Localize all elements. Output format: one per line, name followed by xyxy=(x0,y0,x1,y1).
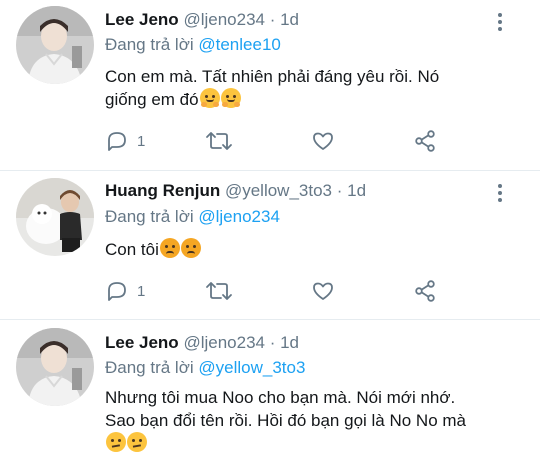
tweet-text-fragment: giống em đó xyxy=(105,90,199,109)
reply-button[interactable]: 1 xyxy=(105,278,145,304)
tweet-text: Nhưng tôi mua Noo cho bạn mà. Nói mới nh… xyxy=(105,386,535,455)
timestamp[interactable]: · 1d xyxy=(270,10,299,29)
tweet-text-line xyxy=(105,432,535,455)
like-button[interactable] xyxy=(311,278,335,304)
user-handle[interactable]: @ljeno234 xyxy=(183,10,265,29)
tweet-header: Lee Jeno @ljeno234 · 1d xyxy=(105,332,299,354)
display-name[interactable]: Lee Jeno xyxy=(105,10,179,29)
replying-prefix: Đang trả lời xyxy=(105,207,194,226)
heart-icon xyxy=(313,132,333,150)
replying-to: Đang trả lời @yellow_3to3 xyxy=(105,357,305,379)
replying-prefix: Đang trả lời xyxy=(105,358,194,377)
tweet-text-line: Sao bạn đổi tên rồi. Hồi đó bạn gọi là N… xyxy=(105,411,467,430)
tweet[interactable]: Lee Jeno @ljeno234 · 1d Đang trả lời @ye… xyxy=(0,320,540,460)
reply-icon xyxy=(108,132,126,151)
replying-prefix: Đang trả lời xyxy=(105,35,194,54)
retweet-icon xyxy=(206,132,232,150)
tweet[interactable]: Huang Renjun @yellow_3to3 · 1d Đang trả … xyxy=(0,171,540,319)
hugging-face-emoji xyxy=(220,88,241,108)
like-button[interactable] xyxy=(311,128,335,154)
heart-icon xyxy=(313,282,333,300)
user-handle[interactable]: @ljeno234 xyxy=(183,333,265,352)
tweet-text-fragment: Con tôi xyxy=(105,240,159,259)
share-icon xyxy=(415,280,435,302)
tweet-actions: 1 xyxy=(105,278,445,304)
reply-button[interactable]: 1 xyxy=(105,128,145,154)
tweet-text-line: Con em mà. Tất nhiên phải đáng yêu rồi. … xyxy=(105,67,440,86)
hugging-face-emoji xyxy=(199,88,220,108)
reply-count: 1 xyxy=(137,132,146,150)
mention-link[interactable]: @yellow_3to3 xyxy=(198,358,305,377)
retweet-icon xyxy=(206,282,232,300)
avatar[interactable] xyxy=(16,328,94,406)
share-button[interactable] xyxy=(413,278,437,304)
share-icon xyxy=(415,130,435,152)
more-options-icon[interactable] xyxy=(498,13,504,34)
mention-link[interactable]: @ljeno234 xyxy=(198,207,280,226)
replying-to: Đang trả lời @tenlee10 xyxy=(105,34,281,56)
tweet-header: Huang Renjun @yellow_3to3 · 1d xyxy=(105,180,366,202)
tweet-text: Con em mà. Tất nhiên phải đáng yêu rồi. … xyxy=(105,65,525,111)
confused-face-emoji xyxy=(106,432,126,452)
tweet-text-line: giống em đó xyxy=(105,88,525,111)
timestamp[interactable]: · 1d xyxy=(337,181,366,200)
timestamp[interactable]: · 1d xyxy=(270,333,299,352)
display-name[interactable]: Huang Renjun xyxy=(105,181,220,200)
reply-count: 1 xyxy=(137,282,146,300)
tweet-text-line: Con tôi xyxy=(105,238,525,261)
reply-icon xyxy=(108,282,126,301)
replying-to: Đang trả lời @ljeno234 xyxy=(105,206,280,228)
tweet[interactable]: Lee Jeno @ljeno234 · 1d Đang trả lời @te… xyxy=(0,0,540,170)
share-button[interactable] xyxy=(413,128,437,154)
angry-face-emoji xyxy=(180,238,201,258)
tweet-header: Lee Jeno @ljeno234 · 1d xyxy=(105,9,299,31)
avatar[interactable] xyxy=(16,178,94,256)
user-handle[interactable]: @yellow_3to3 xyxy=(225,181,332,200)
avatar[interactable] xyxy=(16,6,94,84)
tweet-text: Con tôi xyxy=(105,238,525,261)
mention-link[interactable]: @tenlee10 xyxy=(198,35,281,54)
more-options-icon[interactable] xyxy=(498,184,504,205)
display-name[interactable]: Lee Jeno xyxy=(105,333,179,352)
retweet-button[interactable] xyxy=(205,128,233,154)
confused-face-emoji xyxy=(127,432,147,452)
retweet-button[interactable] xyxy=(205,278,233,304)
tweet-actions: 1 xyxy=(105,128,445,154)
angry-face-emoji xyxy=(159,238,180,258)
tweet-text-line: Nhưng tôi mua Noo cho bạn mà. Nói mới nh… xyxy=(105,388,456,407)
